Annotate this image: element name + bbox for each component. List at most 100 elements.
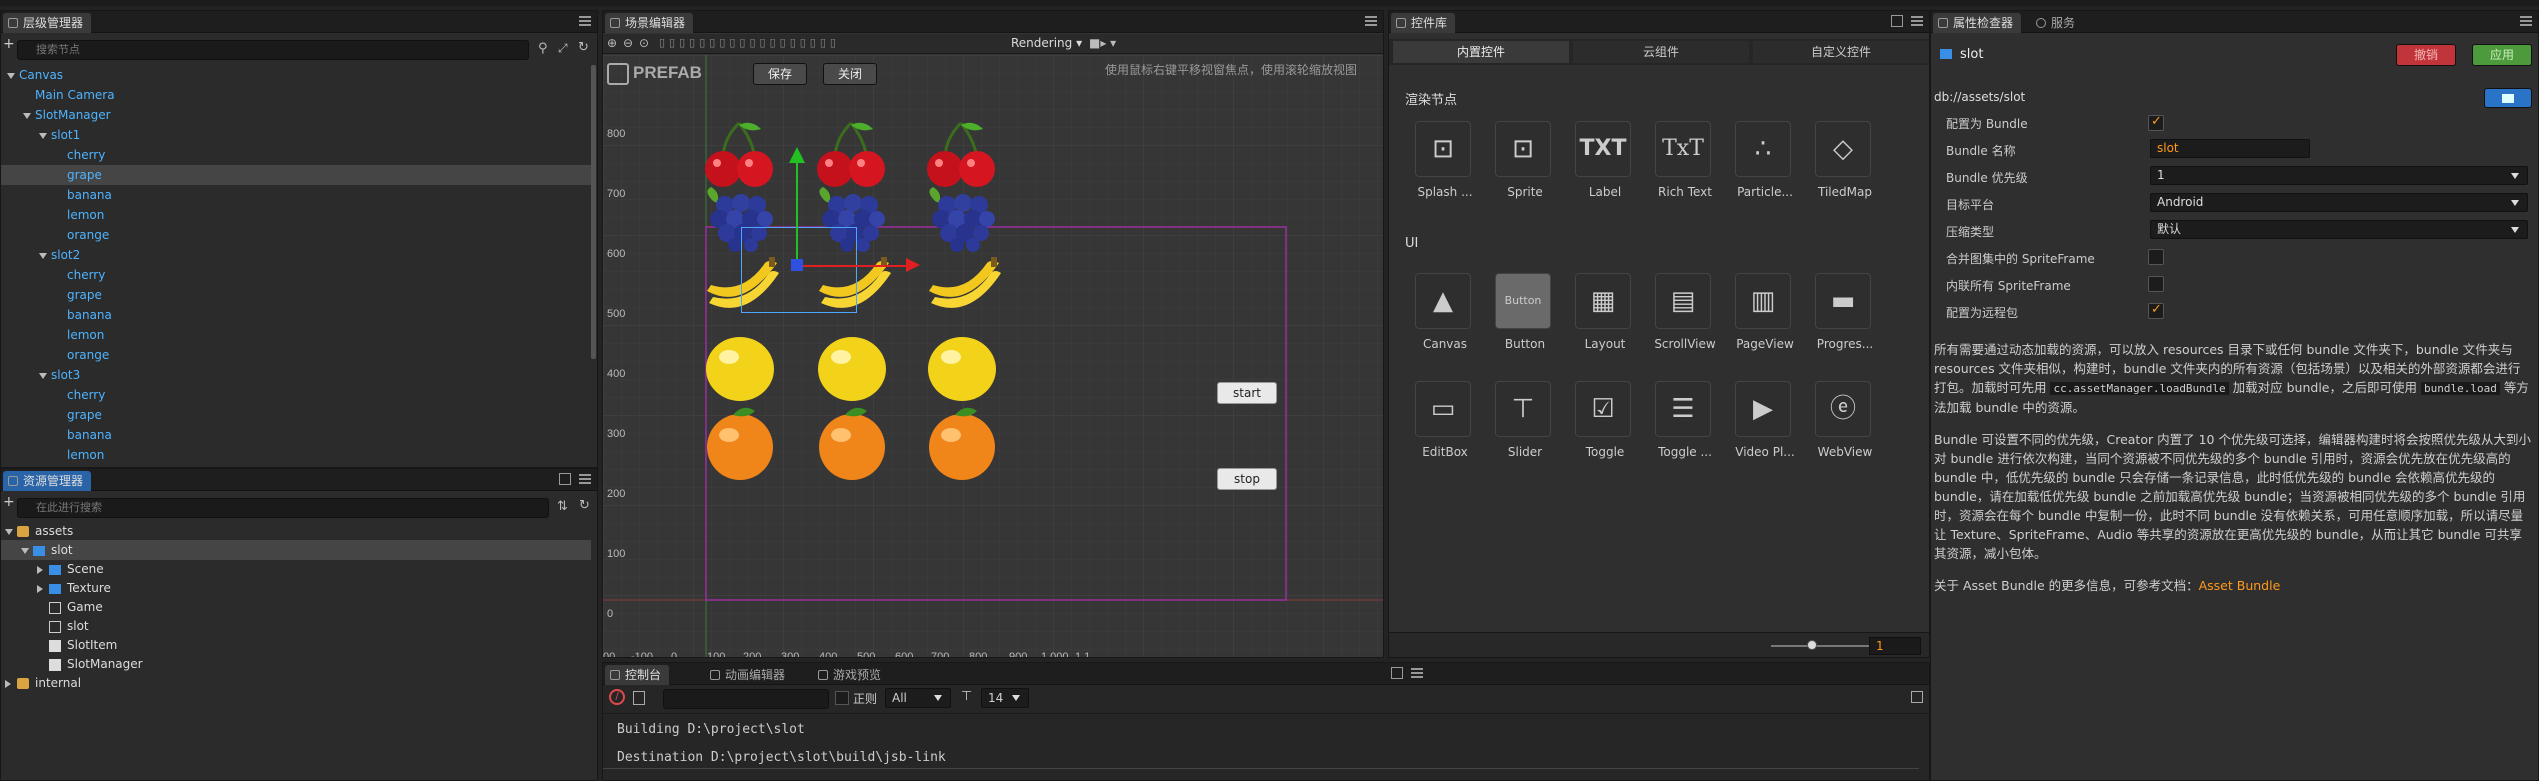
remote-bundle-checkbox[interactable] xyxy=(2148,302,2164,319)
scene-canvas[interactable]: PREFAB 保存 关闭 使用鼠标右键平移视窗焦点，使用滚轮缩放视图 800 70… xyxy=(603,55,1383,657)
asset-bundle-link[interactable]: Asset Bundle xyxy=(2199,578,2281,593)
assets-menu-icon[interactable] xyxy=(579,474,591,484)
tab-scene[interactable]: 场景编辑器 xyxy=(605,13,694,33)
zoom-reset-icon[interactable]: ⊙ xyxy=(639,36,649,50)
tab-console[interactable]: 控制台 xyxy=(605,665,670,685)
ui2-widget-icon[interactable]: ▶ xyxy=(1735,381,1791,437)
tree-node[interactable]: cherry xyxy=(1,145,591,165)
expand-arrow-icon[interactable] xyxy=(5,528,13,535)
render-widget-icon[interactable]: ◇ xyxy=(1815,121,1871,177)
expand-arrow-icon[interactable] xyxy=(39,372,47,379)
tree-node[interactable]: slot2 xyxy=(1,245,591,265)
stop-button[interactable]: stop xyxy=(1217,468,1277,490)
tree-node[interactable]: cherry xyxy=(1,265,591,285)
asset-item[interactable]: assets xyxy=(1,521,591,541)
tree-node[interactable]: grape xyxy=(1,285,591,305)
merge-spriteframe-checkbox[interactable] xyxy=(2148,249,2164,265)
tree-node[interactable]: lemon xyxy=(1,205,591,225)
rendering-select[interactable]: Rendering ▾ xyxy=(1011,36,1082,50)
font-size-select[interactable]: 14 xyxy=(981,688,1029,708)
refresh-assets-icon[interactable]: ↻ xyxy=(579,498,590,513)
tree-node[interactable]: lemon xyxy=(1,445,591,465)
ui2-widget-icon[interactable]: ☰ xyxy=(1655,381,1711,437)
render-widget-icon[interactable]: TXT xyxy=(1575,121,1631,177)
hierarchy-search-input[interactable]: 搜索节点 xyxy=(17,40,529,60)
collapse-icon[interactable]: ⤢ xyxy=(558,41,568,56)
tree-node[interactable]: banana xyxy=(1,425,591,445)
tree-node[interactable]: lemon xyxy=(1,325,591,345)
zoom-out-icon[interactable]: ⊖ xyxy=(623,36,633,50)
x-handle[interactable] xyxy=(799,265,909,267)
render-widget-icon[interactable]: ∴ xyxy=(1735,121,1791,177)
zoom-in-icon[interactable]: ⊕ xyxy=(607,36,617,50)
ui2-widget-icon[interactable]: ▭ xyxy=(1415,381,1471,437)
start-button[interactable]: start xyxy=(1217,382,1277,404)
asset-item[interactable]: Scene xyxy=(1,559,591,579)
align-tools-icon[interactable]: ▯▯▯▯▯▯▯▯▯▯▯▯▯▯▯▯▯▯ xyxy=(659,36,840,49)
tab-inspector[interactable]: 属性检查器 xyxy=(1933,13,2022,33)
tree-node[interactable]: orange xyxy=(1,345,591,365)
inspector-menu-icon[interactable] xyxy=(2520,16,2532,26)
asset-item[interactable]: internal xyxy=(1,673,591,693)
expand-arrow-icon[interactable] xyxy=(21,547,29,554)
log-file-icon[interactable] xyxy=(633,691,645,705)
tree-node[interactable]: slot3 xyxy=(1,365,591,385)
regex-checkbox[interactable] xyxy=(835,691,849,705)
camera-icon[interactable]: ■▸ ▾ xyxy=(1089,36,1116,50)
bundle-name-input[interactable]: slot xyxy=(2150,139,2310,158)
zoom-slider[interactable] xyxy=(1771,645,1871,647)
asset-item[interactable]: Texture xyxy=(1,578,591,598)
ui1-widget-icon[interactable]: ▤ xyxy=(1655,273,1711,329)
revert-button[interactable]: 撤销 xyxy=(2396,44,2456,66)
tree-node[interactable]: Main Camera xyxy=(1,85,591,105)
asset-item[interactable]: Game xyxy=(1,597,591,617)
maximize-icon[interactable] xyxy=(559,473,571,485)
expand-arrow-icon[interactable] xyxy=(39,252,47,259)
asset-item[interactable]: slot xyxy=(1,616,591,636)
tree-node[interactable]: banana xyxy=(1,185,591,205)
collapsed-arrow-icon[interactable] xyxy=(5,679,11,688)
widgets-maximize-icon[interactable] xyxy=(1891,15,1903,27)
collapsed-arrow-icon[interactable] xyxy=(37,584,43,593)
add-asset-icon[interactable]: + xyxy=(3,495,15,509)
open-folder-button[interactable] xyxy=(2484,88,2532,108)
log-level-select[interactable]: All xyxy=(885,688,951,708)
bundle-flag-checkbox[interactable] xyxy=(2148,114,2164,131)
clear-icon[interactable]: / xyxy=(609,689,625,705)
expand-arrow-icon[interactable] xyxy=(23,112,31,119)
ui2-widget-icon[interactable]: ⊤ xyxy=(1495,381,1551,437)
collapse-log-icon[interactable] xyxy=(1911,691,1923,703)
ui2-widget-icon[interactable]: ⓔ xyxy=(1815,381,1871,437)
prefab-save-button[interactable]: 保存 xyxy=(753,63,807,85)
tab-preview[interactable]: 游戏预览 xyxy=(813,665,889,685)
console-maximize-icon[interactable] xyxy=(1391,667,1403,679)
tab-services[interactable]: 服务 xyxy=(2031,13,2083,33)
tab-widgets[interactable]: 控件库 xyxy=(1391,13,1456,33)
ui1-widget-icon[interactable]: ▲ xyxy=(1415,273,1471,329)
tab-builtin[interactable]: 内置控件 xyxy=(1393,41,1569,63)
inline-spriteframe-checkbox[interactable] xyxy=(2148,276,2164,292)
tree-node[interactable]: cherry xyxy=(1,385,591,405)
ui1-widget-icon[interactable]: ▥ xyxy=(1735,273,1791,329)
tree-node[interactable]: slot1 xyxy=(1,125,591,145)
ui1-widget-icon[interactable]: Button xyxy=(1495,273,1551,329)
ui2-widget-icon[interactable]: ☑ xyxy=(1575,381,1631,437)
tree-node[interactable]: Canvas xyxy=(1,65,591,85)
tab-hierarchy[interactable]: 层级管理器 xyxy=(3,13,92,33)
collapsed-arrow-icon[interactable] xyxy=(37,565,43,574)
tab-cloud[interactable]: 云组件 xyxy=(1573,41,1749,63)
tab-animation[interactable]: 动画编辑器 xyxy=(705,665,793,685)
render-widget-icon[interactable]: ⊡ xyxy=(1415,121,1471,177)
apply-button[interactable]: 应用 xyxy=(2472,44,2532,66)
ui1-widget-icon[interactable]: ▬ xyxy=(1815,273,1871,329)
zoom-slider-thumb[interactable] xyxy=(1807,640,1817,650)
tree-node[interactable]: grape xyxy=(1,405,591,425)
render-widget-icon[interactable]: TxT xyxy=(1655,121,1711,177)
tree-node[interactable]: banana xyxy=(1,305,591,325)
add-node-icon[interactable]: + xyxy=(3,37,15,51)
console-menu-icon[interactable] xyxy=(1411,668,1423,678)
expand-arrow-icon[interactable] xyxy=(7,72,15,79)
y-handle[interactable] xyxy=(796,161,798,267)
asset-item[interactable]: slot xyxy=(1,540,591,560)
sort-icon[interactable]: ⇅ xyxy=(557,499,568,514)
